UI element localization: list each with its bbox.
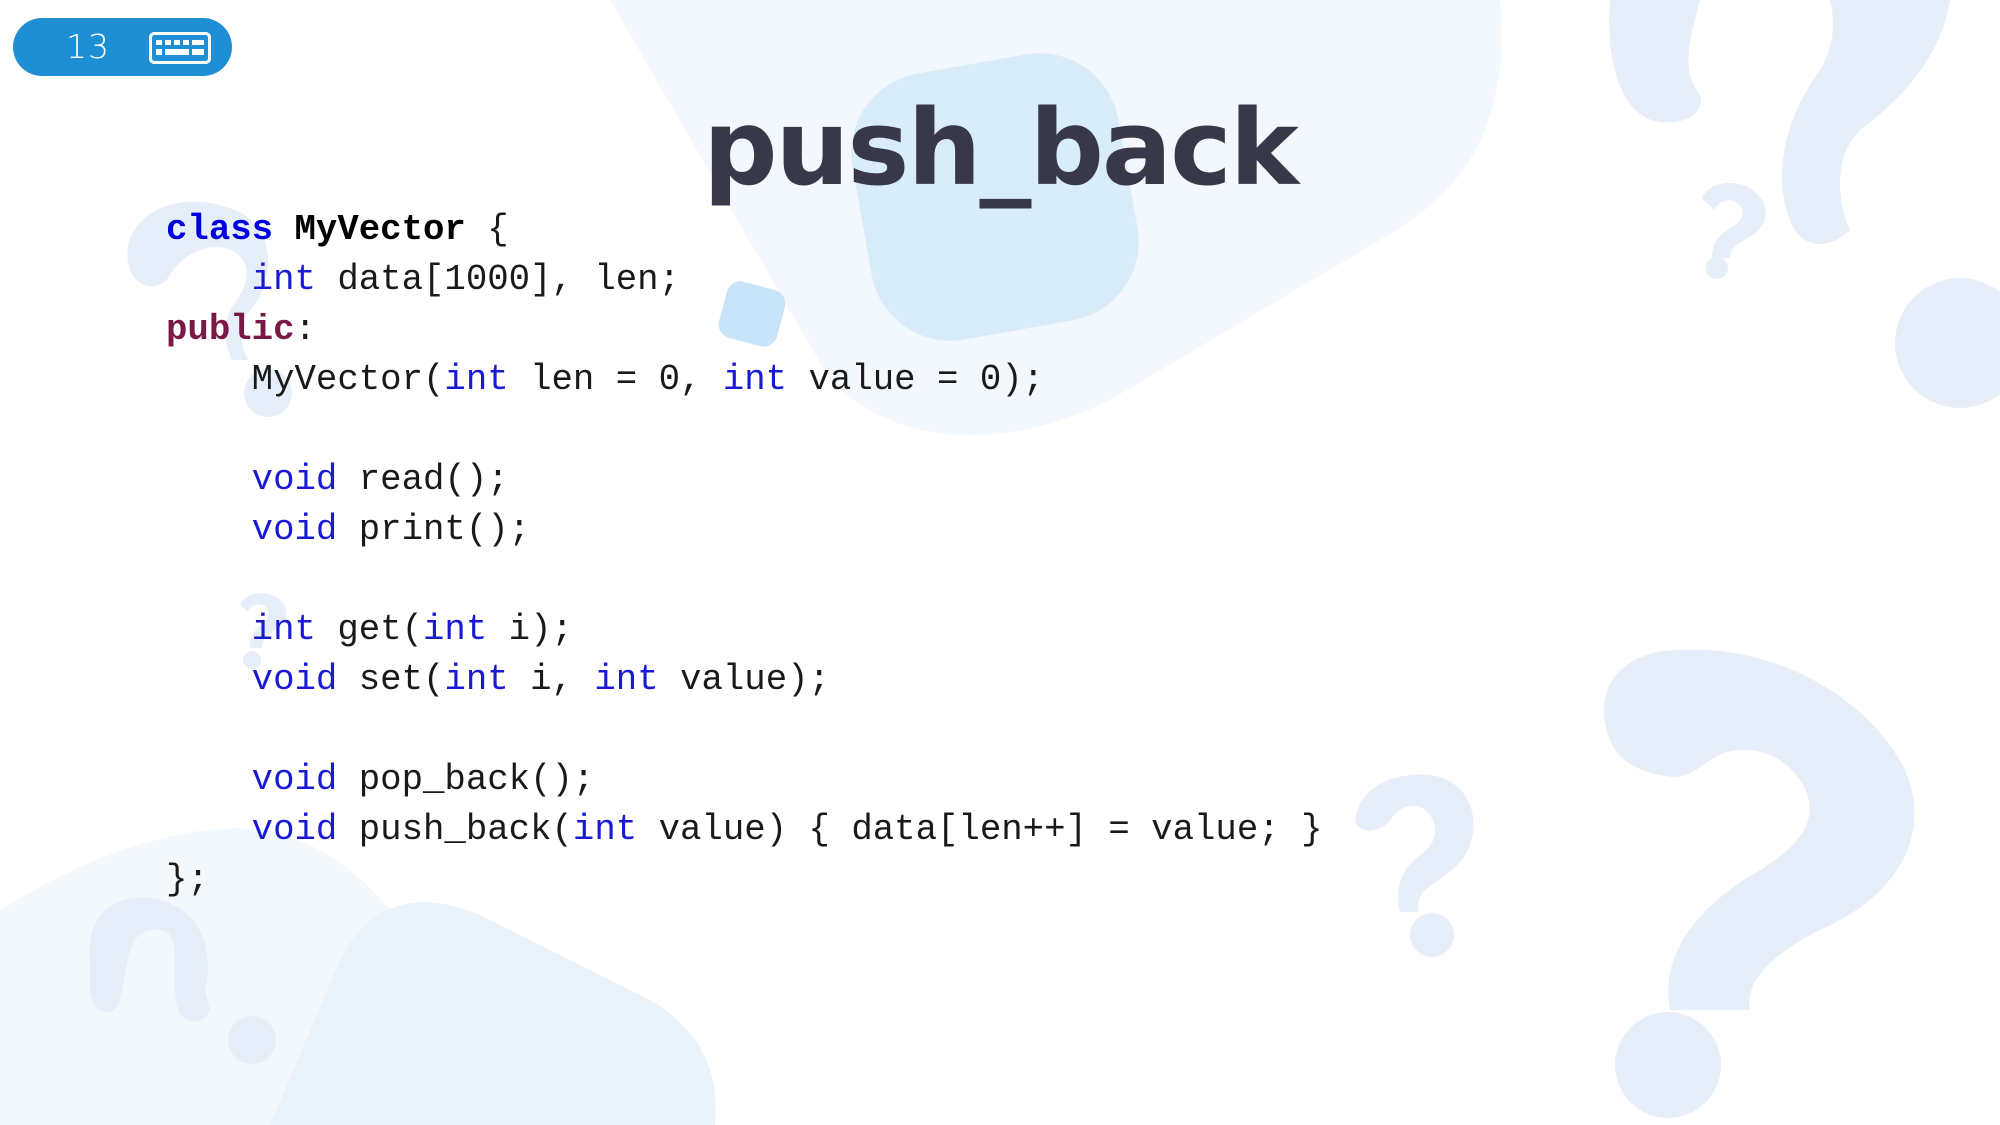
- code-line: };: [166, 855, 1322, 905]
- code-token: push_back(: [337, 809, 573, 850]
- code-line: void push_back(int value) { data[len++] …: [166, 805, 1323, 855]
- code-token: MyVector(: [166, 359, 445, 400]
- code-token: print();: [337, 509, 531, 550]
- code-token: value = 0);: [787, 359, 1045, 400]
- code-token-type: void: [251, 809, 338, 850]
- code-token-type: int: [423, 609, 488, 650]
- code-token-type: void: [251, 759, 338, 800]
- code-token-type: void: [251, 459, 338, 500]
- code-line: void pop_back();: [166, 755, 1322, 805]
- code-token-type: void: [251, 509, 338, 550]
- code-line: MyVector(int len = 0, int value = 0);: [166, 355, 1322, 405]
- code-token: i,: [508, 659, 595, 700]
- code-token-type: int: [251, 609, 316, 650]
- slide-number: 13: [66, 27, 110, 66]
- code-line: void set(int i, int value);: [166, 655, 1322, 705]
- code-token-access: public: [166, 309, 295, 350]
- code-token: data[1000], len;: [315, 259, 680, 300]
- code-token: {: [465, 209, 509, 250]
- code-token: set(: [337, 659, 445, 700]
- slide-number-badge: 13: [13, 18, 232, 76]
- code-token: i);: [487, 609, 573, 650]
- question-mark-decoration-bottom-right: [1603, 649, 1915, 1118]
- code-token: read();: [337, 459, 509, 500]
- code-token-kw: class: [166, 209, 274, 250]
- code-token: value);: [658, 659, 830, 700]
- code-token-type: int: [251, 259, 316, 300]
- code-token-type: int: [444, 659, 509, 700]
- code-token: pop_back();: [337, 759, 595, 800]
- code-token: value) { data[len++] = value; }: [637, 809, 1323, 850]
- slide-title-text: push_back: [703, 87, 1299, 209]
- code-token: };: [166, 859, 209, 900]
- code-line: void print();: [166, 505, 1322, 555]
- keyboard-icon: [149, 32, 211, 64]
- code-block: class MyVector { int data[1000], len; pub…: [166, 205, 1322, 905]
- code-line: int data[1000], len;: [166, 255, 1322, 305]
- code-line: public:: [166, 305, 1322, 355]
- code-token: :: [294, 309, 316, 350]
- code-token-type: int: [572, 809, 638, 850]
- code-token-type: int: [594, 659, 659, 700]
- code-token-type: int: [722, 359, 788, 400]
- code-token-type: int: [444, 359, 509, 400]
- slide-title: push_back: [0, 78, 2000, 218]
- code-token: len = 0,: [508, 359, 723, 400]
- code-token-name: MyVector: [294, 209, 466, 250]
- code-line: class MyVector {: [166, 205, 1322, 255]
- code-token-type: void: [251, 659, 338, 700]
- code-token: get(: [315, 609, 424, 650]
- code-line: int get(int i);: [166, 605, 1322, 655]
- code-line: void read();: [166, 455, 1322, 505]
- question-mark-decoration-bottom-center: [1355, 774, 1474, 957]
